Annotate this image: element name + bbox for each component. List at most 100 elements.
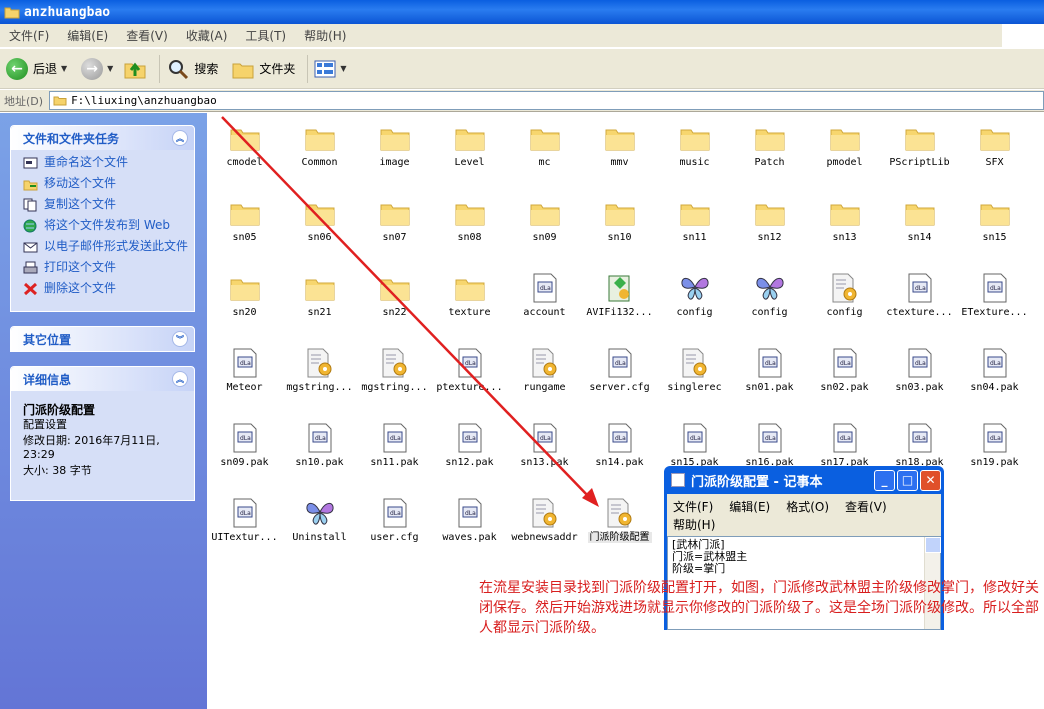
menu-file[interactable]: 文件(F) <box>0 27 58 44</box>
expand-icon[interactable]: ︾ <box>172 331 188 347</box>
address-input[interactable]: F:\liuxing\anzhuangbao <box>49 91 1044 110</box>
file-item[interactable]: dLa ETexture... <box>957 269 1032 337</box>
folders-button[interactable]: 文件夹 <box>232 59 295 79</box>
menu-tools[interactable]: 工具(T) <box>236 27 295 44</box>
folder-item[interactable]: sn08 <box>432 194 507 262</box>
np-menu-format[interactable]: 格式(O) <box>786 498 829 516</box>
other-places-header[interactable]: 其它位置 ︾ <box>11 327 194 351</box>
folder-item[interactable]: sn06 <box>282 194 357 262</box>
folder-item[interactable]: sn07 <box>357 194 432 262</box>
folder-item[interactable]: PScriptLib <box>882 119 957 187</box>
menu-help[interactable]: 帮助(H) <box>295 27 355 44</box>
back-button[interactable]: ← 后退 ▼ <box>6 57 67 80</box>
notepad-title-bar[interactable]: 门派阶级配置 - 记事本 _ □ ✕ <box>667 466 941 494</box>
search-button[interactable]: 搜索 <box>166 57 218 81</box>
task-publish-web[interactable]: 将这个文件发布到 Web <box>23 219 188 233</box>
file-item[interactable]: config <box>732 269 807 337</box>
task-move[interactable]: 移动这个文件 <box>23 177 188 191</box>
folder-item[interactable]: sn12 <box>732 194 807 262</box>
file-item[interactable]: config <box>657 269 732 337</box>
folder-item[interactable]: sn15 <box>957 194 1032 262</box>
file-item[interactable]: dLa sn09.pak <box>207 419 282 487</box>
menu-favorites[interactable]: 收藏(A) <box>177 27 237 44</box>
folder-item[interactable]: texture <box>432 269 507 337</box>
folder-item[interactable]: sn20 <box>207 269 282 337</box>
folder-item[interactable]: mmv <box>582 119 657 187</box>
file-item[interactable]: dLa ptexture... <box>432 344 507 412</box>
minimize-button[interactable]: _ <box>874 469 895 491</box>
file-item[interactable]: webnewsaddr <box>507 494 582 562</box>
dropdown-arrow-icon[interactable]: ▼ <box>107 64 113 73</box>
file-tasks-header[interactable]: 文件和文件夹任务 ︽ <box>11 126 194 150</box>
folder-item[interactable]: sn05 <box>207 194 282 262</box>
folder-item[interactable]: SFX <box>957 119 1032 187</box>
close-button[interactable]: ✕ <box>920 469 941 491</box>
forward-button[interactable]: → ▼ <box>81 57 113 80</box>
file-item[interactable]: singlerec <box>657 344 732 412</box>
folder-item[interactable]: image <box>357 119 432 187</box>
scroll-up-arrow-icon[interactable] <box>925 537 941 553</box>
dropdown-arrow-icon[interactable]: ▼ <box>340 64 346 73</box>
maximize-button[interactable]: □ <box>897 469 918 491</box>
file-item[interactable]: dLa sn11.pak <box>357 419 432 487</box>
file-item[interactable]: dLa sn12.pak <box>432 419 507 487</box>
folder-item[interactable]: sn21 <box>282 269 357 337</box>
folder-item[interactable]: Level <box>432 119 507 187</box>
file-item[interactable]: dLa sn14.pak <box>582 419 657 487</box>
folder-item[interactable]: sn11 <box>657 194 732 262</box>
file-item[interactable]: rungame <box>507 344 582 412</box>
file-item[interactable]: dLa UITextur... <box>207 494 282 562</box>
item-label: sn12 <box>757 232 782 243</box>
menu-edit[interactable]: 编辑(E) <box>58 27 117 44</box>
dropdown-arrow-icon[interactable]: ▼ <box>61 64 67 73</box>
task-copy[interactable]: 复制这个文件 <box>23 198 188 212</box>
folder-item[interactable]: Common <box>282 119 357 187</box>
task-print[interactable]: 打印这个文件 <box>23 261 188 275</box>
folder-item[interactable]: music <box>657 119 732 187</box>
folder-item[interactable]: sn10 <box>582 194 657 262</box>
butterfly-icon <box>303 498 337 528</box>
file-item[interactable]: dLa sn13.pak <box>507 419 582 487</box>
details-header[interactable]: 详细信息 ︽ <box>11 367 194 391</box>
file-item[interactable]: dLa sn19.pak <box>957 419 1032 487</box>
task-rename[interactable]: 重命名这个文件 <box>23 156 188 170</box>
menu-view[interactable]: 查看(V) <box>117 27 177 44</box>
folder-item[interactable]: sn13 <box>807 194 882 262</box>
file-item[interactable]: dLa sn04.pak <box>957 344 1032 412</box>
file-item[interactable]: dLa user.cfg <box>357 494 432 562</box>
file-item[interactable]: mgstring... <box>357 344 432 412</box>
file-item[interactable]: dLa waves.pak <box>432 494 507 562</box>
file-item[interactable]: dLa sn10.pak <box>282 419 357 487</box>
folder-item[interactable]: cmodel <box>207 119 282 187</box>
folder-item[interactable]: pmodel <box>807 119 882 187</box>
up-folder-button[interactable] <box>123 57 147 81</box>
file-item[interactable]: dLa account <box>507 269 582 337</box>
views-button[interactable]: ▼ <box>314 60 347 78</box>
file-item[interactable]: AVIFi132... <box>582 269 657 337</box>
file-item[interactable]: dLa sn01.pak <box>732 344 807 412</box>
folder-item[interactable]: mc <box>507 119 582 187</box>
folder-item[interactable]: sn09 <box>507 194 582 262</box>
folder-item[interactable]: sn14 <box>882 194 957 262</box>
folder-item[interactable]: sn22 <box>357 269 432 337</box>
file-item[interactable]: dLa server.cfg <box>582 344 657 412</box>
collapse-icon[interactable]: ︽ <box>172 371 188 387</box>
np-menu-file[interactable]: 文件(F) <box>673 498 713 516</box>
task-delete[interactable]: 删除这个文件 <box>23 282 188 296</box>
file-item[interactable]: mgstring... <box>282 344 357 412</box>
file-item[interactable]: dLa sn02.pak <box>807 344 882 412</box>
file-item[interactable]: dLa sn03.pak <box>882 344 957 412</box>
np-menu-edit[interactable]: 编辑(E) <box>729 498 770 516</box>
window-title-bar[interactable]: anzhuangbao <box>0 0 1044 24</box>
folder-icon <box>378 123 412 153</box>
collapse-icon[interactable]: ︽ <box>172 130 188 146</box>
task-email[interactable]: 以电子邮件形式发送此文件 <box>23 240 188 254</box>
file-item[interactable]: Uninstall <box>282 494 357 562</box>
selected-file-item[interactable]: 门派阶级配置 <box>582 494 657 562</box>
file-item[interactable]: dLa ctexture... <box>882 269 957 337</box>
folder-item[interactable]: Patch <box>732 119 807 187</box>
np-menu-help[interactable]: 帮助(H) <box>673 516 715 534</box>
np-menu-view[interactable]: 查看(V) <box>845 498 887 516</box>
file-item[interactable]: dLa Meteor <box>207 344 282 412</box>
file-item[interactable]: config <box>807 269 882 337</box>
